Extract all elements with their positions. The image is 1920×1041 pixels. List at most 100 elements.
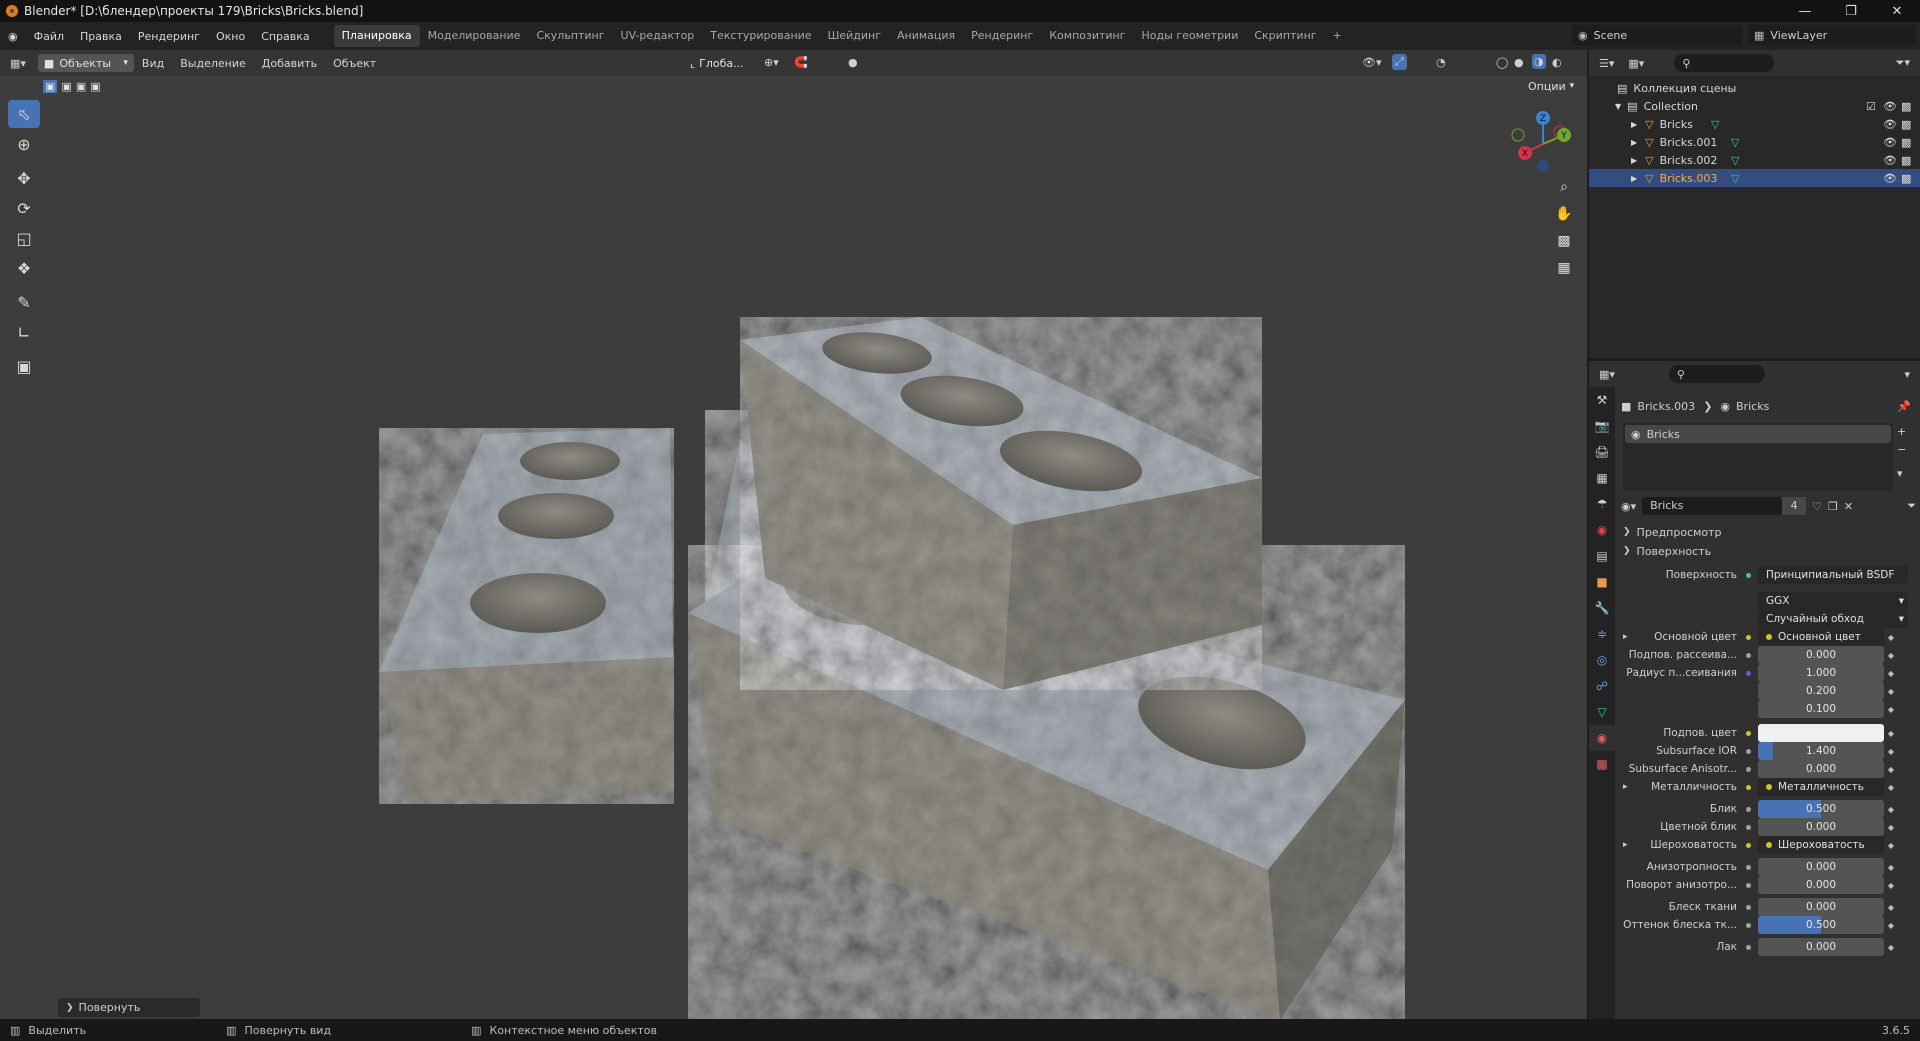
tab-uv-editing[interactable]: UV-редактор (613, 25, 703, 47)
world-tab-icon[interactable]: ◉ (1589, 517, 1615, 543)
viewport-menu-select[interactable]: Выделение (172, 57, 254, 70)
perspective-grid-icon[interactable]: ▦ (1551, 255, 1577, 281)
shader-input-field[interactable]: 1.000 (1758, 664, 1884, 682)
socket-dot-icon[interactable] (1746, 842, 1751, 848)
shader-input-field[interactable]: 0.500 (1758, 916, 1884, 934)
chevron-down-icon[interactable]: ▾ (1897, 467, 1903, 480)
collection-tab-icon[interactable]: ▤ (1589, 543, 1615, 569)
filter-icon[interactable]: ⏷▾ (1896, 56, 1910, 70)
restore-icon[interactable]: ❐ (1828, 0, 1874, 22)
tool-move[interactable]: ✥ (8, 164, 40, 192)
tool-rotate[interactable]: ⟳ (8, 194, 40, 222)
view-layer-selector[interactable]: ▦ ViewLayer (1748, 25, 1916, 45)
visibility-icon[interactable]: 👁▾ (1362, 56, 1382, 69)
menu-help[interactable]: Справка (253, 30, 317, 43)
tab-sculpting[interactable]: Скульптинг (528, 25, 612, 47)
eye-icon[interactable]: 👁 (1883, 154, 1897, 167)
keyframe-icon[interactable]: ◆ (1884, 921, 1898, 930)
shader-input-field[interactable]: 0.000 (1758, 938, 1884, 956)
shader-input-field[interactable]: 0.000 (1758, 818, 1884, 836)
chevron-down-icon[interactable]: ▾ (1904, 368, 1910, 381)
outliner-object-row[interactable]: ▶ ▽ Bricks.002 ▽ 👁 ▩ (1589, 151, 1920, 169)
shader-input-field[interactable]: 0.100 (1758, 700, 1884, 718)
camera-icon[interactable]: ▩ (1551, 228, 1577, 254)
texture-tab-icon[interactable]: ▩ (1589, 751, 1615, 777)
eye-icon[interactable]: 👁 (1883, 100, 1897, 113)
constraints-tab-icon[interactable]: ☍ (1589, 673, 1615, 699)
material-browse-icon[interactable]: ◉▾ (1621, 500, 1636, 513)
tab-compositing[interactable]: Композитинг (1041, 25, 1133, 47)
select-invert-icon[interactable]: ▣ (90, 80, 100, 93)
3d-viewport[interactable]: ▦▾ ■ Объекты ▾ Вид Выделение Добавить Об… (0, 50, 1587, 1019)
socket-dot-icon[interactable] (1746, 904, 1751, 910)
transform-orientation[interactable]: ⌞ Глоба... (684, 54, 754, 72)
socket-dot-icon[interactable] (1746, 784, 1751, 790)
keyframe-icon[interactable]: ◆ (1884, 805, 1898, 814)
socket-dot-icon[interactable] (1746, 944, 1751, 950)
scene-tab-icon[interactable]: ☂ (1589, 491, 1615, 517)
filter-icon[interactable]: ⏷ (1907, 499, 1916, 513)
checkbox-icon[interactable]: ☑ (1866, 100, 1876, 113)
shading-material-icon[interactable]: ◑ (1532, 54, 1546, 69)
shading-solid-icon[interactable]: ● (1514, 56, 1524, 69)
minimize-icon[interactable]: — (1782, 0, 1828, 22)
socket-dot-icon[interactable] (1746, 730, 1751, 736)
expand-arrow-icon[interactable]: ▸ (1623, 632, 1628, 642)
last-operator-panel[interactable]: ❯ Повернуть (58, 998, 200, 1017)
socket-dot-icon[interactable] (1746, 882, 1751, 888)
snap-icon[interactable]: 🧲 (794, 56, 808, 69)
expand-arrow-icon[interactable]: ▶ (1631, 174, 1637, 183)
camera-icon[interactable]: ▩ (1901, 118, 1911, 131)
eye-icon[interactable]: 👁 (1883, 136, 1897, 149)
object-tab-icon[interactable]: ■ (1589, 569, 1615, 595)
particles-tab-icon[interactable]: ≑ (1589, 621, 1615, 647)
socket-dot-icon[interactable] (1746, 652, 1751, 658)
socket-dot-icon[interactable] (1746, 748, 1751, 754)
material-tab-icon[interactable]: ◉ (1589, 725, 1615, 751)
blender-menu-icon[interactable]: ◉ (0, 30, 26, 43)
gizmo-toggle-icon[interactable]: ⤢ (1392, 54, 1407, 70)
socket-dot-icon[interactable] (1746, 824, 1751, 830)
menu-window[interactable]: Окно (208, 30, 253, 43)
keyframe-icon[interactable]: ◆ (1884, 863, 1898, 872)
outliner-object-row[interactable]: ▶ ▽ Bricks ▽ 👁 ▩ (1589, 115, 1920, 133)
tool-scale[interactable]: ◱ (8, 224, 40, 252)
viewport-menu-object[interactable]: Объект (325, 57, 384, 70)
socket-dot-icon[interactable] (1746, 806, 1751, 812)
eye-icon[interactable]: 👁 (1883, 172, 1897, 185)
distribution-dropdown[interactable]: GGX ▾ (1758, 592, 1908, 610)
shading-wireframe-icon[interactable]: ◯ (1496, 56, 1508, 69)
outliner-object-row-selected[interactable]: ▶ ▽ Bricks.003 ▽ 👁 ▩ (1589, 169, 1920, 187)
tool-add-cube[interactable]: ▣ (8, 352, 40, 380)
keyframe-icon[interactable]: ◆ (1884, 881, 1898, 890)
shader-input-field[interactable]: 0.000 (1758, 898, 1884, 916)
pivot-icon[interactable]: ⊕▾ (764, 56, 779, 69)
mode-selector[interactable]: ■ Объекты ▾ (37, 54, 134, 72)
sss-method-dropdown[interactable]: Случайный обход ▾ (1758, 610, 1908, 628)
keyframe-icon[interactable]: ◆ (1884, 705, 1898, 714)
tool-measure[interactable]: ∟ (8, 318, 40, 346)
view-layer-tab-icon[interactable]: ▦ (1589, 465, 1615, 491)
viewport-scene[interactable] (0, 50, 1587, 1019)
outliner-collection[interactable]: ▼ ▤ Collection ☑ 👁 ▩ (1589, 97, 1920, 115)
tab-shading[interactable]: Шейдинг (820, 25, 889, 47)
scene-selector[interactable]: ◉ Scene (1572, 25, 1742, 45)
outliner-editor-icon[interactable]: ☰▾ (1599, 57, 1614, 70)
keyframe-icon[interactable]: ◆ (1884, 841, 1898, 850)
surface-shader-selector[interactable]: Принципиальный BSDF (1758, 566, 1908, 584)
shader-input-field[interactable]: 0.500 (1758, 800, 1884, 818)
select-extend-icon[interactable]: ▣ (61, 80, 71, 93)
data-tab-icon[interactable]: ▽ (1589, 699, 1615, 725)
viewport-menu-view[interactable]: Вид (134, 57, 172, 70)
tool-tab-icon[interactable]: ⚒ (1589, 387, 1615, 413)
menu-render[interactable]: Рендеринг (130, 30, 208, 43)
socket-dot-icon[interactable] (1746, 766, 1751, 772)
camera-icon[interactable]: ▩ (1901, 154, 1911, 167)
remove-slot-icon[interactable]: − (1897, 443, 1906, 456)
keyframe-icon[interactable]: ◆ (1884, 687, 1898, 696)
viewport-menu-add[interactable]: Добавить (254, 57, 325, 70)
tool-annotate[interactable]: ✎ (8, 288, 40, 316)
keyframe-icon[interactable]: ◆ (1884, 903, 1898, 912)
shader-input-link[interactable]: Шероховатость (1758, 836, 1884, 854)
shader-input-field[interactable]: 0.000 (1758, 760, 1884, 778)
